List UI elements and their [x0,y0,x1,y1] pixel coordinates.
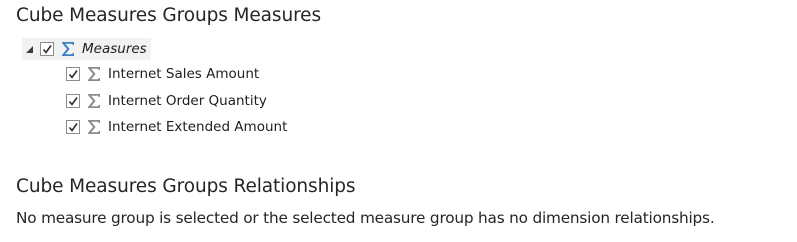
tree-node-label: Internet Extended Amount [108,119,288,135]
checkmark-icon [68,123,78,132]
tree-node-label: Internet Order Quantity [108,93,267,109]
checkmark-icon [42,45,52,54]
sigma-icon [86,66,102,82]
tree-node-label: Measures [82,41,147,57]
tree-node-internet-order-quantity[interactable]: Internet Order Quantity [66,90,267,112]
measures-section-title: Cube Measures Groups Measures [16,5,321,26]
relationships-empty-message: No measure group is selected or the sele… [16,209,715,227]
sigma-icon [86,93,102,109]
tree-node-label: Internet Sales Amount [108,66,260,82]
internet-sales-amount-checkbox[interactable] [66,67,80,81]
internet-extended-amount-checkbox[interactable] [66,120,80,134]
tree-node-measures[interactable]: Measures [22,38,151,60]
checkmark-icon [68,70,78,79]
sigma-icon [86,119,102,135]
measures-checkbox[interactable] [40,42,54,56]
tree-node-internet-extended-amount[interactable]: Internet Extended Amount [66,116,287,138]
checkmark-icon [68,97,78,106]
tree-node-internet-sales-amount[interactable]: Internet Sales Amount [66,63,259,85]
relationships-section-title: Cube Measures Groups Relationships [16,176,356,197]
sigma-icon [60,41,76,57]
expand-collapse-icon[interactable] [22,42,36,56]
internet-order-quantity-checkbox[interactable] [66,94,80,108]
